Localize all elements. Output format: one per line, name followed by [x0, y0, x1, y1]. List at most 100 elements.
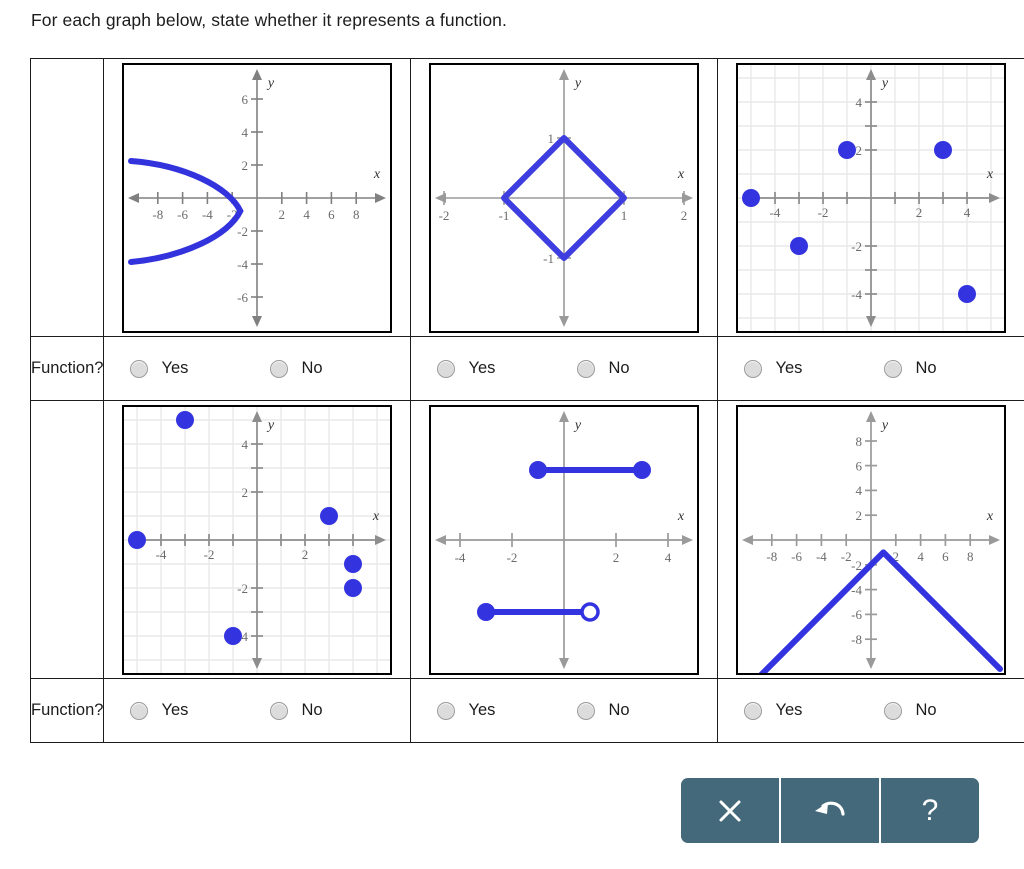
answer-cell-2: Yes No	[410, 336, 719, 401]
svg-text:-2: -2	[439, 208, 450, 223]
svg-text:-2: -2	[507, 550, 518, 565]
radio-button-yes-2[interactable]	[437, 359, 456, 378]
svg-text:6: 6	[329, 207, 336, 222]
svg-text:-6: -6	[792, 549, 803, 564]
y-axis-label: y	[266, 76, 275, 91]
data-point	[934, 140, 953, 159]
open-endpoint	[580, 601, 601, 622]
svg-text:8: 8	[856, 434, 863, 449]
radio-button-no-3[interactable]	[884, 359, 903, 378]
data-point	[958, 284, 977, 303]
answer-cell-6: Yes No	[717, 678, 1024, 743]
svg-text:-6: -6	[238, 290, 249, 305]
help-button[interactable]: ?	[881, 778, 979, 843]
svg-text:2: 2	[856, 143, 863, 158]
y-axis-label: y	[573, 76, 582, 91]
radio-button-no-4[interactable]	[270, 701, 289, 720]
graph-cell-3: -4 -2 2 4 4 2 -2 -4 x y	[717, 58, 1024, 337]
graph-4: -4 -2 2 4 2 -2 -4 x y	[122, 404, 393, 675]
y-axis-label: y	[266, 418, 275, 433]
svg-text:-2: -2	[818, 205, 829, 220]
close-icon	[719, 800, 741, 821]
svg-text:4: 4	[856, 483, 863, 498]
radio-button-no-1[interactable]	[270, 359, 289, 378]
closed-endpoint	[477, 602, 496, 621]
radio-label-yes-5: Yes	[468, 701, 496, 719]
answer-cell-5: Yes No	[410, 678, 719, 743]
clear-button[interactable]	[681, 778, 781, 843]
question-mark-icon: ?	[921, 793, 939, 827]
undo-button[interactable]	[781, 778, 881, 843]
page-title: For each graph below, state whether it r…	[31, 10, 507, 30]
radio-label-yes-1: Yes	[161, 359, 189, 377]
radio-option-yes-4[interactable]: Yes	[130, 701, 270, 720]
graph-cell-4: -4 -2 2 4 2 -2 -4 x y	[103, 400, 412, 679]
svg-text:-6: -6	[852, 607, 863, 622]
svg-text:4: 4	[918, 549, 925, 564]
answer-cell-1: Yes No	[103, 336, 412, 401]
radio-label-yes-3: Yes	[775, 359, 803, 377]
radio-button-no-5[interactable]	[577, 701, 596, 720]
svg-text:-4: -4	[238, 257, 249, 272]
answer-row-1: Function? Yes No Yes No Yes No	[29, 336, 1024, 401]
svg-text:-4: -4	[770, 205, 781, 220]
data-point	[838, 140, 857, 159]
radio-option-no-3[interactable]: No	[884, 359, 1024, 378]
x-axis-label: x	[372, 509, 380, 524]
answer-row-2: Function? Yes No Yes No Yes No	[29, 678, 1024, 743]
radio-option-yes-2[interactable]: Yes	[437, 359, 577, 378]
radio-button-no-6[interactable]	[884, 701, 903, 720]
radio-option-no-5[interactable]: No	[577, 701, 717, 720]
radio-option-no-1[interactable]: No	[270, 359, 410, 378]
svg-text:4: 4	[964, 205, 971, 220]
svg-text:2: 2	[242, 485, 249, 500]
svg-text:6: 6	[242, 92, 249, 107]
data-point	[344, 578, 363, 597]
x-axis-label: x	[373, 167, 381, 182]
graph-6-svg: -8 -6 -4 -2 24 68 86 42 -2-4 -6-8 x y	[742, 410, 1004, 673]
radio-button-no-2[interactable]	[577, 359, 596, 378]
x-tick-labels: -2 -1 1 2	[439, 208, 688, 223]
question-table: -8 -6 -4 -2 2 4 6 8 6 4 2 -2 -4 -6 x y -2 -…	[29, 58, 1024, 743]
radio-label-no-3: No	[915, 359, 937, 377]
radio-label-no-6: No	[915, 701, 937, 719]
radio-option-yes-6[interactable]: Yes	[744, 701, 884, 720]
svg-text:-8: -8	[153, 207, 164, 222]
radio-option-no-4[interactable]: No	[270, 701, 410, 720]
row-label-cell-1: Function?	[29, 336, 105, 401]
graph-cell-1: -8 -6 -4 -2 24 68 64 2 -2 -4 -6 x y	[103, 58, 412, 337]
radio-option-no-6[interactable]: No	[884, 701, 1024, 720]
data-point	[742, 188, 761, 207]
svg-text:-4: -4	[202, 207, 213, 222]
absolute-value-curve	[759, 548, 1004, 673]
radio-button-yes-6[interactable]	[744, 701, 763, 720]
radio-option-yes-1[interactable]: Yes	[130, 359, 270, 378]
radio-button-yes-1[interactable]	[130, 359, 149, 378]
radio-option-no-2[interactable]: No	[577, 359, 717, 378]
radio-label-no-5: No	[608, 701, 630, 719]
radio-label-yes-2: Yes	[468, 359, 496, 377]
data-point	[128, 530, 147, 549]
x-tick-labels: -4 -2 2	[156, 547, 309, 562]
svg-text:6: 6	[856, 458, 863, 473]
graph-3: -4 -2 2 4 4 2 -2 -4 x y	[736, 62, 1007, 333]
svg-text:-2: -2	[841, 549, 852, 564]
graph-cell-5: -4 -2 2 4 x y	[410, 400, 719, 679]
undo-arrow-icon	[815, 801, 845, 816]
svg-text:-2: -2	[238, 581, 249, 596]
radio-label-no-4: No	[301, 701, 323, 719]
radio-button-yes-4[interactable]	[130, 701, 149, 720]
segment-lower	[477, 601, 601, 622]
radio-button-yes-5[interactable]	[437, 701, 456, 720]
radio-option-yes-3[interactable]: Yes	[744, 359, 884, 378]
row-label-cell-2: Function?	[29, 678, 105, 743]
svg-text:-4: -4	[455, 550, 466, 565]
radio-option-yes-5[interactable]: Yes	[437, 701, 577, 720]
svg-text:8: 8	[967, 549, 974, 564]
radio-button-yes-3[interactable]	[744, 359, 763, 378]
closed-endpoint	[633, 460, 652, 479]
graph-5: -4 -2 2 4 x y	[429, 404, 700, 675]
svg-text:-2: -2	[238, 224, 249, 239]
graph-2: -2 -1 1 2 1 -1 x y	[429, 62, 700, 333]
answer-cell-3: Yes No	[717, 336, 1024, 401]
